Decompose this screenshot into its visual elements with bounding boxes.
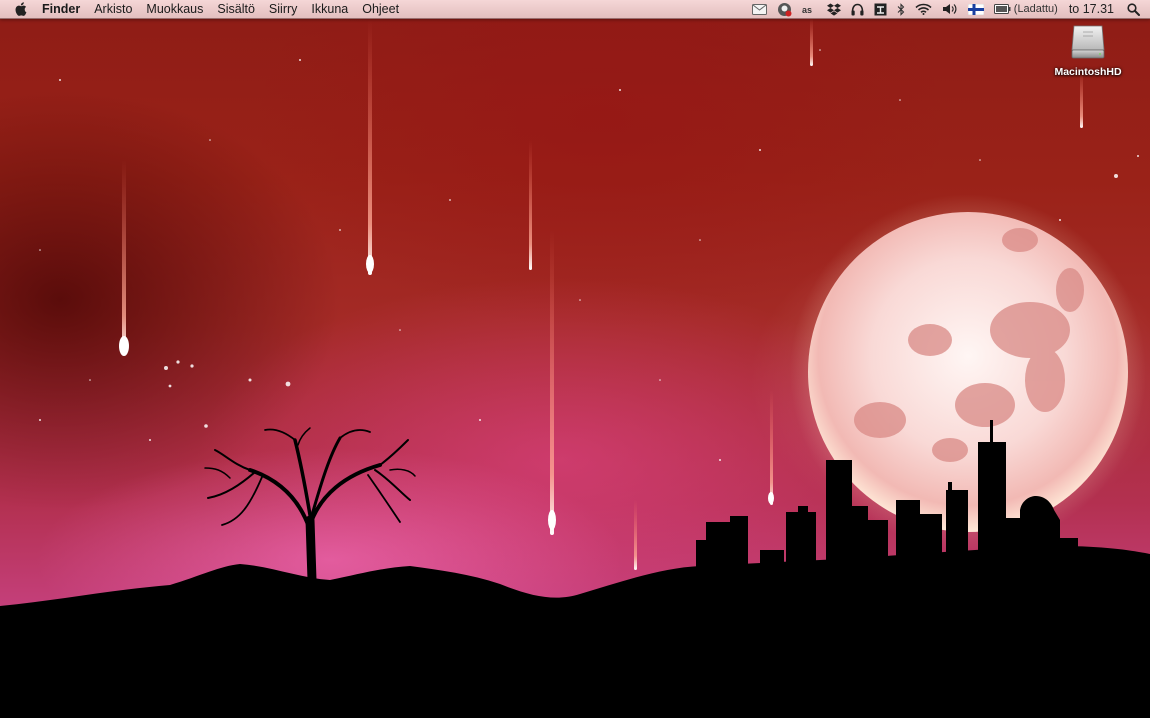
menu-ohjeet[interactable]: Ohjeet <box>355 0 406 18</box>
volume-icon <box>942 4 957 14</box>
lastfm-status-item[interactable]: as <box>797 0 822 18</box>
lastfm-icon: as <box>802 5 812 15</box>
apple-menu[interactable] <box>0 0 40 18</box>
spotlight-status-item[interactable] <box>1122 0 1150 18</box>
wifi-status-item[interactable] <box>910 0 937 18</box>
wifi-icon <box>915 3 932 15</box>
desktop-wallpaper <box>0 0 1150 718</box>
mail-icon <box>751 3 767 15</box>
tree-silhouette <box>204 427 416 585</box>
svg-text:as: as <box>802 5 812 15</box>
finnish-flag-icon <box>967 3 984 15</box>
headphones-status-item[interactable] <box>846 0 869 18</box>
menu-sisalto[interactable]: Sisältö <box>210 0 262 18</box>
tool-icon <box>874 3 887 15</box>
spotlight-icon <box>1127 2 1140 16</box>
tool-status-item[interactable] <box>869 0 892 18</box>
menu-finder[interactable]: Finder <box>40 0 87 18</box>
input-source-status-item[interactable] <box>963 0 989 18</box>
menu-clock[interactable]: to 17.31 <box>1063 0 1122 18</box>
dropbox-icon <box>826 3 841 16</box>
menu-siirry[interactable]: Siirry <box>262 0 304 18</box>
skype-status-item[interactable] <box>772 0 797 18</box>
menu-arkisto[interactable]: Arkisto <box>87 0 139 18</box>
battery-status-text: (Ladattu) <box>1013 3 1058 15</box>
headphones-icon <box>851 3 864 15</box>
apple-logo-icon <box>15 2 26 16</box>
wallpaper-art <box>0 18 1150 718</box>
bluetooth-icon <box>897 2 905 16</box>
battery-icon <box>993 4 1011 14</box>
bluetooth-status-item[interactable] <box>892 0 910 18</box>
menu-muokkaus[interactable]: Muokkaus <box>139 0 210 18</box>
hills <box>0 546 1150 718</box>
desktop-icon-macintosh-hd[interactable]: MacintoshHD <box>1050 22 1126 86</box>
mail-status-item[interactable] <box>747 0 772 18</box>
volume-status-item[interactable] <box>937 0 963 18</box>
battery-status-item[interactable]: (Ladattu) <box>989 0 1063 18</box>
menu-bar: Finder Arkisto Muokkaus Sisältö Siirry I… <box>0 0 1150 19</box>
hard-drive-icon <box>1071 25 1105 59</box>
menu-ikkuna[interactable]: Ikkuna <box>304 0 355 18</box>
skype-icon <box>777 2 792 16</box>
desktop-icon-label: MacintoshHD <box>1054 66 1122 78</box>
dropbox-status-item[interactable] <box>822 0 846 18</box>
